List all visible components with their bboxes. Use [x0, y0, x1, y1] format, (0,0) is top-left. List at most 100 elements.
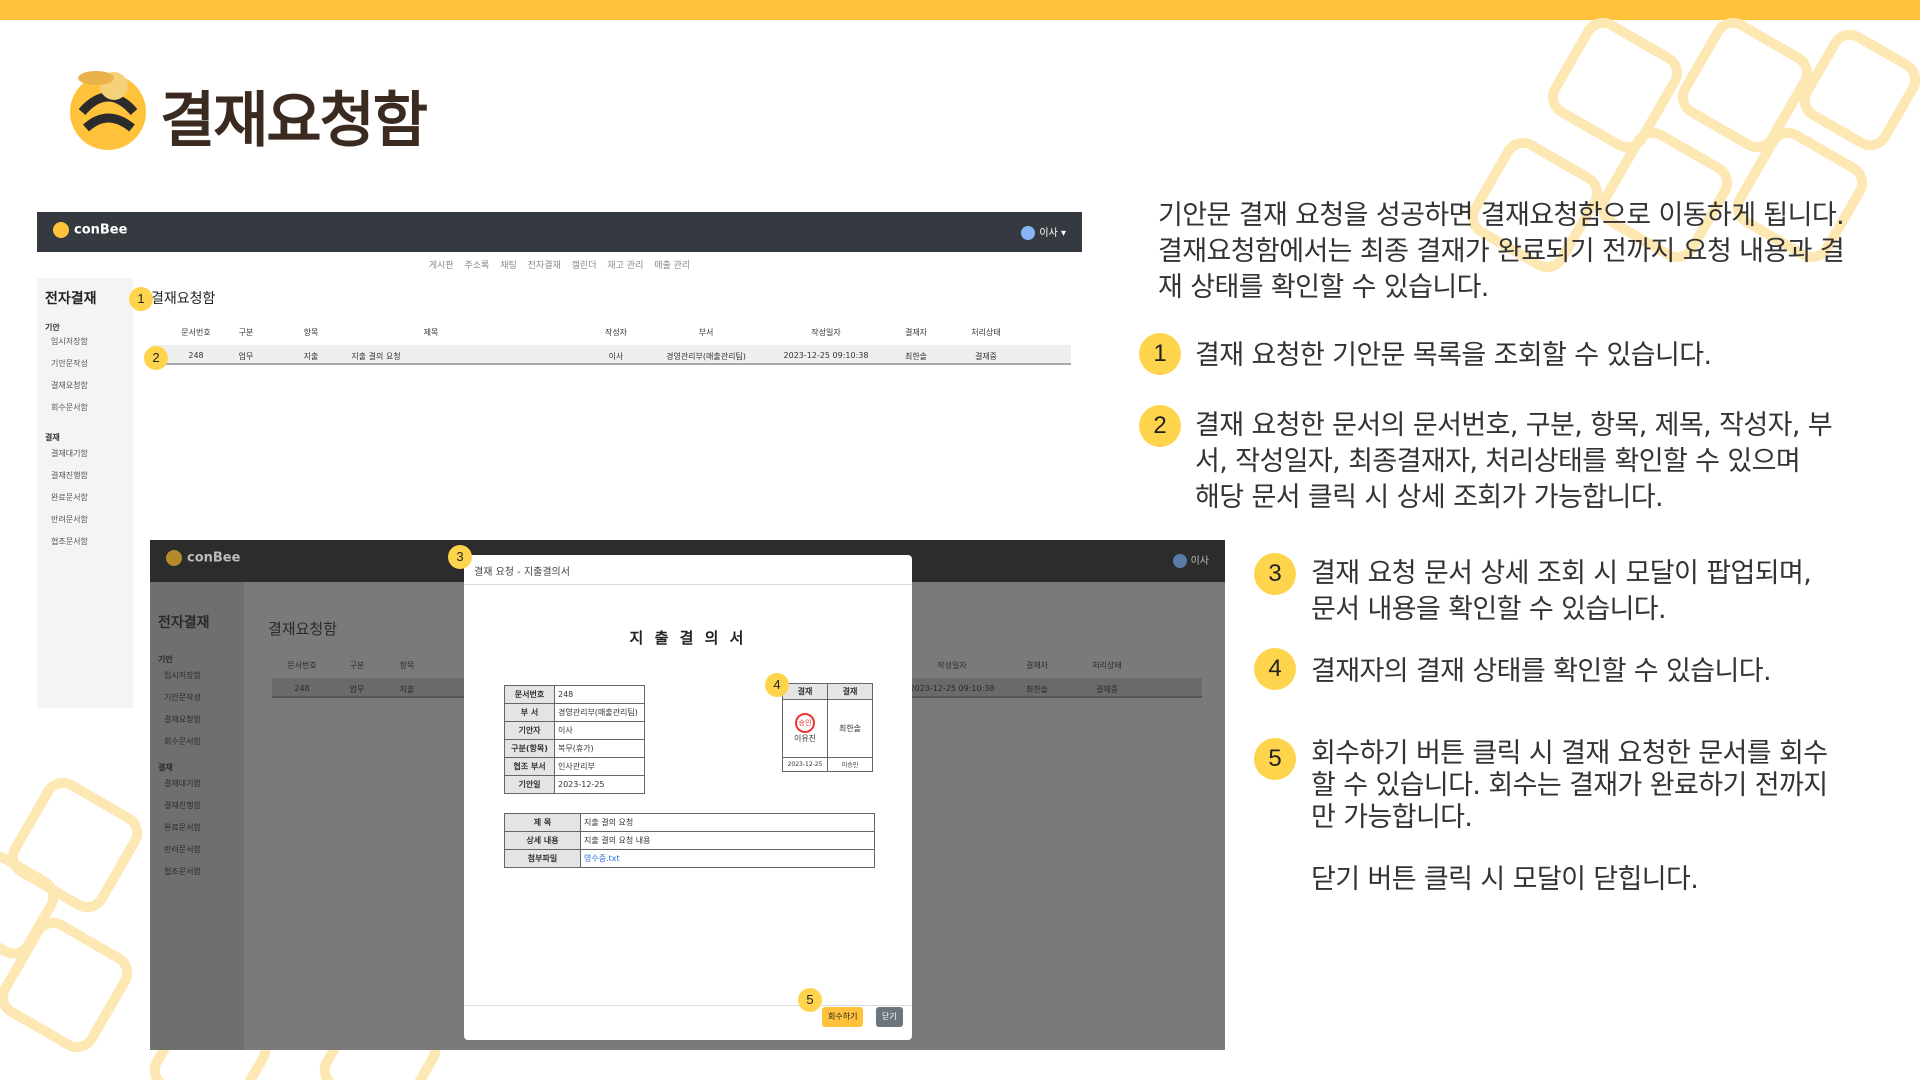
menu-item-calendar[interactable]: 캘린더 — [572, 261, 597, 271]
desc-badge-4: 4 — [1254, 648, 1296, 690]
sidebar-item: 결재진행함 — [164, 801, 201, 810]
sidebar-item[interactable]: 기안문작성 — [51, 358, 88, 369]
user-menu: 이사 — [1172, 552, 1209, 568]
menu-item-approval[interactable]: 전자결재 — [528, 261, 561, 271]
table-header: 결재자 — [1025, 661, 1049, 670]
cell-doc-no: 248 — [294, 684, 310, 693]
avatar-icon — [1172, 554, 1187, 568]
intro-text: 기안문 결재 요청을 성공하면 결재요청함으로 이동하게 됩니다. 결재요청함에… — [1158, 198, 1845, 306]
conbee-logo-icon — [70, 71, 146, 150]
info-value: 경영관리부(매출관리팀) — [554, 703, 645, 722]
approval-header: 결재 — [782, 683, 828, 700]
callout-badge-3: 3 — [448, 545, 472, 569]
top-menu: 게시판 주소록 채팅 전자결재 캘린더 재고 관리 매출 관리 — [37, 258, 1082, 271]
cell-status: 결재중 — [974, 352, 998, 361]
desc-badge-2: 2 — [1139, 405, 1181, 447]
desc-line: 결재 요청한 문서의 문서번호, 구분, 항목, 제목, 작성자, 부 — [1195, 410, 1833, 441]
table-header: 제목 — [423, 328, 439, 337]
brand-label: conBee — [74, 222, 128, 238]
menu-item-board[interactable]: 게시판 — [429, 261, 454, 271]
sidebar-section-draft: 기안 — [158, 655, 173, 664]
sidebar-item[interactable]: 결재대기함 — [51, 448, 88, 459]
info-key: 구분(항목) — [504, 739, 555, 758]
cell-type: 업무 — [238, 352, 254, 361]
table-header: 항목 — [399, 661, 415, 670]
sidebar-item: 협조문서함 — [164, 867, 201, 876]
desc-line: 결재자의 결재 상태를 확인할 수 있습니다. — [1311, 656, 1772, 687]
sidebar-item[interactable]: 반려문서함 — [51, 514, 88, 525]
bee-icon — [166, 550, 182, 566]
sidebar-item[interactable]: 결재진행함 — [51, 470, 88, 481]
table-header: 문서번호 — [287, 661, 317, 670]
sidebar-item[interactable]: 결재요청함 — [51, 380, 88, 391]
sidebar-item: 반려문서함 — [164, 845, 201, 854]
desc-line: 할 수 있습니다. 회수는 결재가 완료하기 전까지 — [1311, 770, 1828, 801]
sidebar-item: 결재요청함 — [164, 715, 201, 724]
modal-header: 결재 요청 - 지출결의서 — [464, 555, 912, 585]
desc-badge-5: 5 — [1254, 738, 1296, 780]
recall-button[interactable]: 회수하기 — [822, 1007, 864, 1027]
avatar-icon — [1021, 226, 1036, 240]
page-title: 결재요청함 — [151, 291, 216, 307]
sidebar-item[interactable]: 협조문서함 — [51, 536, 88, 547]
attachment-link[interactable]: 영수증.txt — [584, 854, 620, 863]
brand[interactable]: conBee — [53, 222, 127, 238]
sidebar-item[interactable]: 임시저장함 — [51, 336, 88, 347]
sidebar-item: 기안문작성 — [164, 693, 201, 702]
info-value: 이사 — [554, 721, 645, 740]
menu-item-address[interactable]: 주소록 — [465, 261, 490, 271]
table-header: 작성일자 — [937, 661, 967, 670]
cell-approver: 최한솔 — [904, 352, 928, 361]
document-detail-table: 제 목 지출 결의 요청 상세 내용 지출 결의 요청 내용 첨부파일 영수증.txt — [504, 813, 875, 868]
table-header: 작성자 — [604, 328, 628, 337]
approval-table: 결재 결재 승인 이유진 최한솔 2023-12-25 미승인 — [782, 683, 873, 772]
bee-icon — [53, 222, 69, 238]
detail-value: 지출 결의 요청 내용 — [580, 831, 875, 850]
callout-badge-5: 5 — [798, 988, 822, 1012]
intro-line: 재 상태를 확인할 수 있습니다. — [1158, 272, 1489, 303]
sidebar-title: 전자결재 — [45, 291, 97, 307]
slide-title: 결재요청함 — [160, 86, 428, 156]
intro-line: 기안문 결재 요청을 성공하면 결재요청함으로 이동하게 됩니다. — [1158, 200, 1845, 231]
info-value: 2023-12-25 — [554, 775, 645, 794]
brand-label: conBee — [187, 550, 241, 566]
close-button[interactable]: 닫기 — [876, 1007, 903, 1027]
info-key: 부 서 — [504, 703, 555, 722]
sidebar-item: 임시저장함 — [164, 671, 201, 680]
cell-dept: 경영관리부(매출관리팀) — [666, 352, 746, 361]
sidebar: 전자결재 기안 임시저장함 기안문작성 결재요청함 회수문서함 결재 결재대기함… — [150, 582, 244, 1050]
menu-item-inventory[interactable]: 재고 관리 — [607, 261, 643, 271]
cell-date: 2023-12-25 09:10:38 — [783, 351, 869, 360]
approval-date-1: 2023-12-25 — [782, 757, 828, 772]
navbar: conBee 이사 ▾ — [37, 212, 1082, 252]
approver-1: 이유진 — [793, 734, 817, 743]
sidebar: 전자결재 기안 임시저장함 기안문작성 결재요청함 회수문서함 결재 결재대기함… — [37, 278, 133, 708]
user-menu[interactable]: 이사 ▾ — [1021, 224, 1066, 240]
approval-status-2: 미승인 — [827, 757, 873, 772]
detail-value: 지출 결의 요청 — [580, 813, 875, 832]
info-key: 협조 부서 — [504, 757, 555, 776]
sidebar-item[interactable]: 완료문서함 — [51, 492, 88, 503]
sidebar-section-approval: 결재 — [158, 763, 173, 772]
desc-line: 문서 내용을 확인할 수 있습니다. — [1311, 594, 1667, 625]
brand: conBee — [166, 550, 240, 566]
document-title: 지 출 결 의 서 — [629, 629, 747, 647]
sidebar-section-approval: 결재 — [45, 433, 60, 442]
callout-badge-2: 2 — [144, 346, 168, 370]
slide: 결재요청함 conBee 이사 ▾ 게시판 주소록 채팅 전자결재 캘린더 재고… — [0, 0, 1920, 1080]
table-row[interactable]: 248 업무 지출 지출 결의 요청 이사 경영관리부(매출관리팀) 2023-… — [151, 345, 1071, 365]
desc-badge-3: 3 — [1254, 553, 1296, 595]
sidebar-item[interactable]: 회수문서함 — [51, 402, 88, 413]
desc-item-3: 결재 요청 문서 상세 조회 시 모달이 팝업되며, 문서 내용을 확인할 수 … — [1311, 556, 1812, 628]
info-value: 복무(휴가) — [554, 739, 645, 758]
cell-item: 지출 — [303, 352, 319, 361]
table-header: 처리상태 — [1092, 661, 1122, 670]
sidebar-section-draft: 기안 — [45, 323, 60, 332]
menu-item-sales[interactable]: 매출 관리 — [654, 261, 690, 271]
menu-item-chat[interactable]: 채팅 — [500, 261, 517, 271]
cell-item: 지출 — [399, 685, 415, 694]
intro-line: 결재요청함에서는 최종 결재가 완료되기 전까지 요청 내용과 결 — [1158, 236, 1845, 267]
desc-item-1: 결재 요청한 기안문 목록을 조회할 수 있습니다. — [1195, 338, 1712, 374]
sidebar-item: 결재대기함 — [164, 779, 201, 788]
detail-key: 상세 내용 — [504, 831, 581, 850]
